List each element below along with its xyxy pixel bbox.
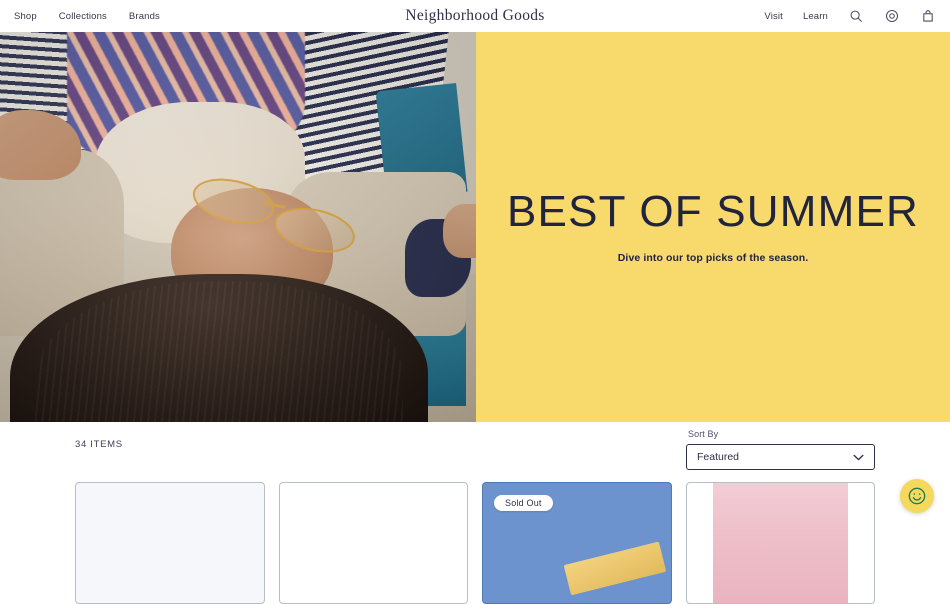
nav-item-brands[interactable]: Brands xyxy=(129,11,160,22)
chat-widget-button[interactable] xyxy=(900,479,934,513)
collection-toolbar: 34 ITEMS Sort By Featured xyxy=(0,422,950,482)
product-card-4[interactable] xyxy=(686,482,876,604)
secondary-nav: Visit Learn xyxy=(764,8,936,24)
sort-by-control: Sort By Featured xyxy=(686,422,875,470)
product-grid: Sold Out xyxy=(0,482,950,604)
product-card-1[interactable] xyxy=(75,482,265,604)
sort-by-label: Sort By xyxy=(688,429,875,439)
sort-by-select[interactable]: Featured xyxy=(686,444,875,470)
chevron-down-icon xyxy=(853,448,864,466)
hero-image xyxy=(0,32,476,422)
hero-subtitle: Dive into our top picks of the season. xyxy=(618,252,809,264)
primary-nav: Shop Collections Brands xyxy=(14,11,160,22)
hero-title: BEST OF SUMMER xyxy=(507,190,919,234)
account-icon[interactable] xyxy=(884,8,900,24)
smiley-face-icon xyxy=(907,486,927,506)
product-card-2[interactable] xyxy=(279,482,469,604)
nav-item-shop[interactable]: Shop xyxy=(14,11,37,22)
cart-icon[interactable] xyxy=(920,8,936,24)
search-icon[interactable] xyxy=(848,8,864,24)
product-card-3[interactable]: Sold Out xyxy=(482,482,672,604)
hero-text-panel: BEST OF SUMMER Dive into our top picks o… xyxy=(476,32,950,422)
hero-image-hand-right xyxy=(443,204,476,259)
nav-item-collections[interactable]: Collections xyxy=(59,11,107,22)
product-image-3 xyxy=(563,541,665,595)
status-badge-sold-out: Sold Out xyxy=(494,495,553,511)
site-header: Shop Collections Brands Neighborhood Goo… xyxy=(0,0,950,32)
nav-item-visit[interactable]: Visit xyxy=(764,11,783,22)
hero-banner: BEST OF SUMMER Dive into our top picks o… xyxy=(0,32,950,422)
items-count: 34 ITEMS xyxy=(75,439,123,450)
nav-item-learn[interactable]: Learn xyxy=(803,11,828,22)
sort-by-value: Featured xyxy=(697,451,739,463)
